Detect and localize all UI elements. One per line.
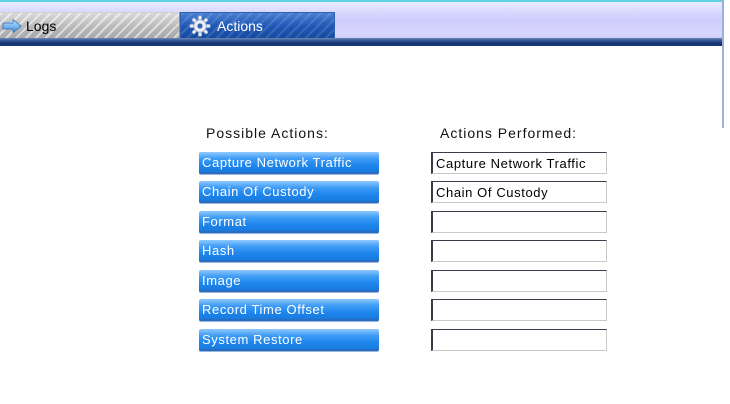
hash-button[interactable]: Hash bbox=[199, 240, 379, 262]
performed-slot-6[interactable] bbox=[431, 299, 607, 321]
performed-slot-2[interactable]: Chain Of Custody bbox=[431, 181, 607, 203]
performed-slot-3[interactable] bbox=[431, 211, 607, 233]
capture-network-traffic-button[interactable]: Capture Network Traffic bbox=[199, 152, 379, 174]
performed-slot-4[interactable] bbox=[431, 240, 607, 262]
format-button[interactable]: Format bbox=[199, 211, 379, 233]
tab-logs-label: Logs bbox=[26, 17, 57, 34]
window-right-edge bbox=[722, 0, 724, 128]
image-button[interactable]: Image bbox=[199, 270, 379, 292]
possible-actions-heading: Possible Actions: bbox=[206, 125, 329, 141]
system-restore-button[interactable]: System Restore bbox=[199, 329, 379, 351]
tab-bar: Logs Actions bbox=[0, 0, 722, 46]
performed-slot-1[interactable]: Capture Network Traffic bbox=[431, 152, 607, 174]
tab-logs[interactable]: Logs bbox=[0, 12, 180, 38]
performed-slot-7[interactable] bbox=[431, 329, 607, 351]
tab-bar-baseline bbox=[0, 38, 722, 46]
tab-actions-label: Actions bbox=[217, 17, 263, 34]
performed-slot-5[interactable] bbox=[431, 270, 607, 292]
record-time-offset-button[interactable]: Record Time Offset bbox=[199, 299, 379, 321]
actions-performed-heading: Actions Performed: bbox=[440, 125, 578, 141]
chain-of-custody-button[interactable]: Chain Of Custody bbox=[199, 181, 379, 203]
tab-bar-highlight bbox=[0, 0, 722, 2]
gear-icon bbox=[189, 15, 211, 37]
tab-actions[interactable]: Actions bbox=[180, 12, 335, 38]
arrow-right-icon bbox=[2, 18, 22, 33]
